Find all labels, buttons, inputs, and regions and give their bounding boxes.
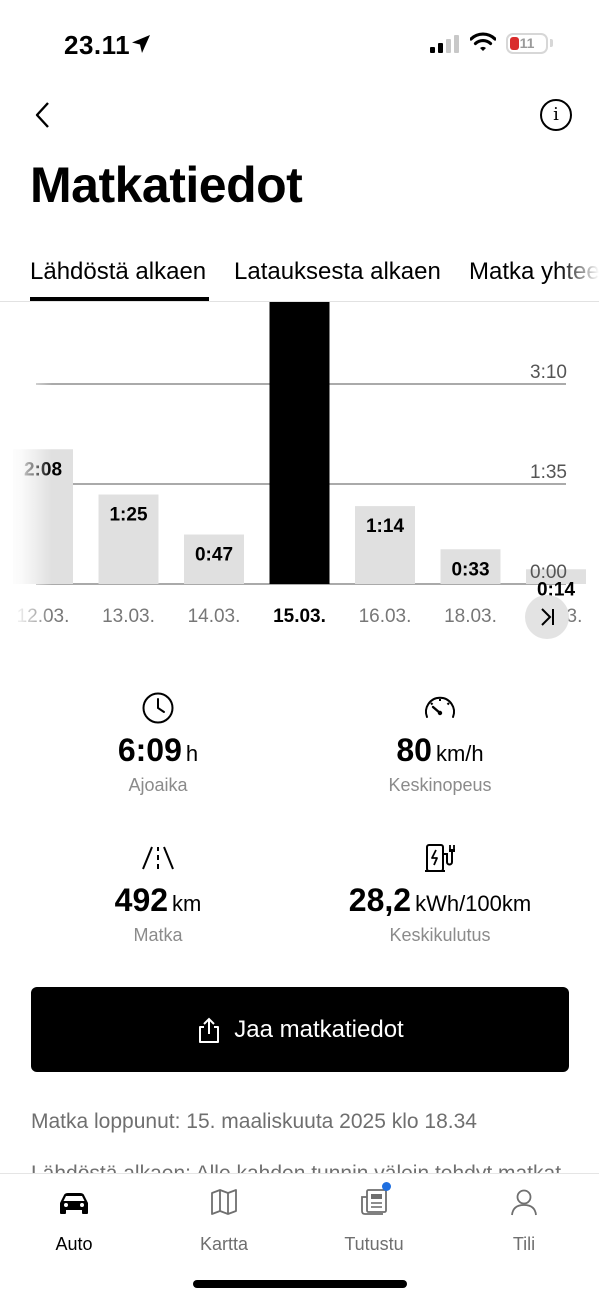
distance-unit: km: [172, 891, 202, 916]
charging-station-icon: [425, 844, 455, 872]
stat-drive-time: 6:09 h Ajoaika: [18, 690, 298, 796]
chart-jump-end-button[interactable]: [525, 595, 569, 639]
footnote-text: Lähdöstä alkaen: Alle kahden tunnin väle…: [31, 1162, 562, 1174]
bar-value-label: 0:33: [451, 559, 489, 580]
x-tick-label: 16.03.: [359, 606, 412, 627]
cellular-signal-icon: [430, 35, 459, 53]
status-bar: 23.11 11: [0, 0, 599, 90]
tabbar-label-account: Tili: [512, 1234, 536, 1254]
wifi-icon: [470, 32, 496, 51]
road-icon: [142, 846, 174, 870]
trip-chart[interactable]: 2:08 12.03. 1:25 13.03. 0:47 14.03. 15.03. 1:14…: [0, 302, 599, 652]
bar-value-label: 2:08: [24, 459, 62, 480]
tabbar-item-auto[interactable]: Auto: [19, 1184, 129, 1255]
clock-icon: [142, 692, 174, 724]
share-icon: [199, 1017, 220, 1043]
x-tick-label: 14.03.: [188, 606, 241, 627]
share-button-label: Jaa matkatiedot: [234, 1015, 404, 1043]
drive-time-label: Ajoaika: [128, 775, 188, 795]
tabbar-label-auto: Auto: [55, 1234, 93, 1254]
skip-end-icon: [541, 608, 554, 626]
active-tab-indicator: [30, 297, 209, 301]
battery-icon: 11: [506, 33, 548, 54]
avg-speed-unit: km/h: [435, 741, 484, 766]
bottom-tab-bar: Auto Kartta Tutustu Tili: [0, 1173, 599, 1300]
drive-time-unit: h: [185, 741, 199, 766]
bar-value-label: 1:14: [366, 516, 404, 537]
info-button[interactable]: i: [540, 99, 572, 131]
y-tick-label: 1:35: [530, 462, 567, 483]
page-title: Matkatiedot: [30, 157, 303, 213]
notification-dot: [382, 1182, 391, 1191]
news-icon: [361, 1189, 387, 1215]
tabbar-item-map[interactable]: Kartta: [169, 1184, 279, 1255]
x-tick-label: 12.03.: [17, 606, 70, 627]
tabbar-item-account[interactable]: Tili: [469, 1184, 579, 1255]
status-time: 23.11: [64, 30, 131, 60]
tabbar-label-explore: Tutustu: [344, 1234, 404, 1254]
avg-speed-label: Keskinopeus: [388, 775, 492, 795]
y-tick-label: 3:10: [530, 362, 567, 383]
x-tick-label: 18.03.: [444, 606, 497, 627]
tab-since-charging[interactable]: Latauksesta alkaen: [234, 258, 441, 286]
map-icon: [211, 1189, 237, 1215]
distance-label: Matka: [133, 925, 183, 945]
bar-chart[interactable]: 2:08 12.03. 1:25 13.03. 0:47 14.03. 15.03. 1:14…: [0, 302, 599, 652]
car-icon: [60, 1193, 88, 1214]
stat-distance: 492 km Matka: [18, 840, 298, 946]
consumption-value: 28,2: [348, 882, 412, 918]
user-icon: [511, 1189, 537, 1216]
drive-time-value: 6:09: [117, 732, 182, 768]
tabbar-item-explore[interactable]: Tutustu: [319, 1182, 429, 1255]
back-button[interactable]: [28, 98, 60, 132]
speedometer-icon: [425, 696, 455, 718]
distance-value: 492: [114, 882, 169, 918]
bar-value-label: 1:25: [109, 505, 147, 526]
chart-bar[interactable]: [269, 302, 330, 584]
trip-tabs: Lähdöstä alkaen Latauksesta alkaen Matka…: [0, 250, 599, 302]
x-tick-label: 13.03.: [102, 606, 155, 627]
consumption-unit: kWh/100km: [415, 891, 532, 916]
tab-since-departure[interactable]: Lähdöstä alkaen: [30, 258, 206, 286]
stat-avg-consumption: 28,2 kWh/100km Keskikulutus: [300, 840, 580, 946]
location-arrow-icon: [132, 35, 150, 53]
home-indicator: [193, 1280, 407, 1288]
y-tick-label: 0:00: [530, 562, 567, 583]
battery-level: 11: [519, 35, 535, 51]
trip-end-text: Matka loppunut: 15. maaliskuuta 2025 klo…: [31, 1110, 477, 1133]
avg-speed-value: 80: [396, 732, 432, 768]
consumption-label: Keskikulutus: [389, 925, 491, 945]
stat-avg-speed: 80 km/h Keskinopeus: [300, 690, 580, 796]
bar-value-label: 0:47: [195, 545, 233, 566]
x-tick-label: 15.03.: [273, 606, 326, 627]
tabbar-label-map: Kartta: [199, 1234, 249, 1254]
share-trip-button[interactable]: Jaa matkatiedot: [31, 987, 569, 1072]
